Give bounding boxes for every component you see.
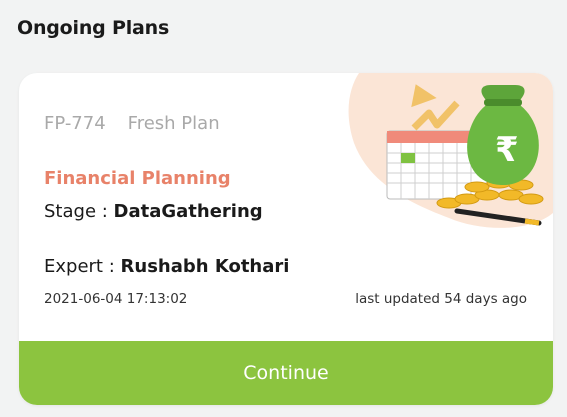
plan-card[interactable]: ₹ FP-774 Fresh Plan Financial Planning St… [19,73,553,405]
svg-text:₹: ₹ [495,130,519,170]
plan-category: Financial Planning [44,168,231,189]
stage-value: DataGathering [113,201,263,222]
section-title: Ongoing Plans [17,17,170,39]
plan-created-timestamp: 2021-06-04 17:13:02 [44,291,188,307]
money-bag-calendar-growth-icon: ₹ [348,73,553,228]
continue-button[interactable]: Continue [19,341,553,405]
stage-label: Stage : [44,201,108,222]
plan-meta: FP-774 Fresh Plan [44,113,220,134]
plan-id: FP-774 [44,113,106,134]
plan-expert: Expert : Rushabh Kothari [44,256,289,277]
plan-last-updated: last updated 54 days ago [355,291,527,307]
expert-label: Expert : [44,256,115,277]
expert-value: Rushabh Kothari [120,256,290,277]
plan-stage: Stage : DataGathering [44,201,263,222]
plan-status: Fresh Plan [127,113,220,134]
